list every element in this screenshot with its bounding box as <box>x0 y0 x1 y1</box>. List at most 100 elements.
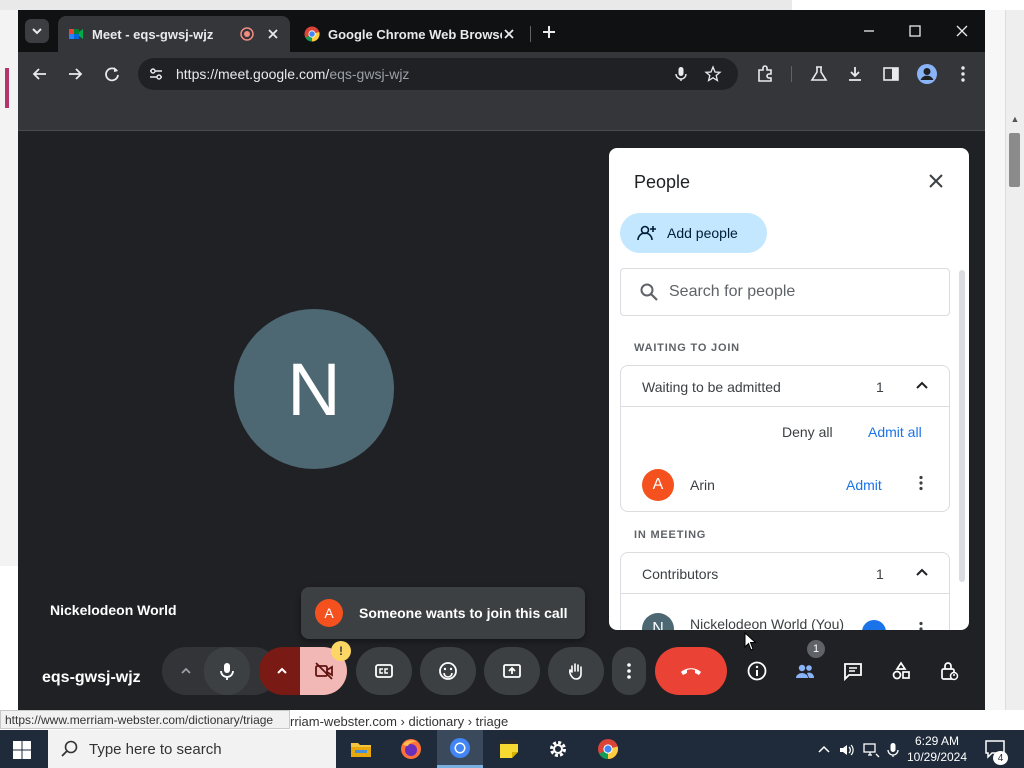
reactions-button[interactable] <box>420 647 476 695</box>
minimize-icon[interactable] <box>858 20 880 42</box>
microphone-button[interactable] <box>204 647 250 695</box>
microphone-in-use-icon[interactable] <box>884 741 902 759</box>
close-tab-icon[interactable] <box>266 27 280 41</box>
side-panel-icon[interactable] <box>880 63 902 85</box>
self-tile-name: Nickelodeon World <box>50 602 177 618</box>
browser-menu-icon[interactable] <box>952 63 974 85</box>
maximize-icon[interactable] <box>904 20 926 42</box>
link-status-bar: https://www.merriam-webster.com/dictiona… <box>0 710 290 729</box>
more-options-button[interactable] <box>612 647 646 695</box>
close-tab-icon[interactable] <box>502 27 516 41</box>
bookmark-star-icon[interactable] <box>704 65 722 83</box>
waiting-group-count: 1 <box>876 379 884 395</box>
windows-start-icon[interactable] <box>12 740 32 760</box>
record-icon <box>240 27 254 41</box>
bookmarks-bar <box>18 96 985 131</box>
end-call-icon <box>681 668 701 675</box>
activities-shapes-icon <box>892 661 910 680</box>
join-request-toast[interactable]: A Someone wants to join this call <box>301 587 585 639</box>
in-meeting-section-label: IN MEETING <box>634 529 707 541</box>
admit-button[interactable]: Admit <box>846 477 882 493</box>
video-settings-button[interactable] <box>262 647 302 695</box>
people-icon <box>796 664 815 678</box>
contributors-count: 1 <box>876 566 884 582</box>
reload-icon[interactable] <box>101 63 123 85</box>
people-search-input[interactable]: Search for people <box>620 268 950 316</box>
tab-search-button[interactable] <box>25 19 49 43</box>
emoji-icon <box>439 662 457 680</box>
taskbar-clock[interactable]: 6:29 AM 10/29/2024 <box>902 733 972 765</box>
waiting-section-label: WAITING TO JOIN <box>634 342 740 354</box>
voice-search-icon[interactable] <box>672 65 690 83</box>
background-page-text: rriam-webster.com › dictionary › triage <box>290 714 509 729</box>
captions-button[interactable] <box>356 647 412 695</box>
admit-all-button[interactable]: Admit all <box>868 424 922 440</box>
taskbar-chrome-active[interactable] <box>437 730 483 768</box>
people-panel: People Add people Search for people WAIT… <box>609 148 969 630</box>
tray-overflow-chevron-icon[interactable] <box>815 741 833 759</box>
contributors-group-header[interactable]: Contributors 1 <box>621 553 949 594</box>
panel-scrollbar[interactable] <box>959 270 965 582</box>
taskbar-sticky-notes[interactable] <box>486 730 532 768</box>
people-count-badge: 1 <box>807 640 825 658</box>
background-scroll-thumb[interactable] <box>1009 133 1020 187</box>
contributors-label: Contributors <box>642 566 719 582</box>
close-icon[interactable] <box>925 170 947 192</box>
add-people-label: Add people <box>667 225 738 241</box>
meeting-code: eqs-gwsj-wjz <box>42 669 141 686</box>
speaker-icon[interactable] <box>838 741 856 759</box>
meeting-details-button[interactable] <box>737 647 777 695</box>
chrome-window: Meet - eqs-gwsj-wjz Google Chrome Web Br… <box>18 10 985 710</box>
new-tab-icon[interactable] <box>538 21 560 43</box>
tab-title: Meet - eqs-gwsj-wjz <box>92 26 214 42</box>
waiting-person-row: A Arin Admit <box>621 455 949 510</box>
chrome-icon <box>598 739 619 760</box>
forward-arrow-icon[interactable] <box>64 63 86 85</box>
participant-name: Nickelodeon World (You) <box>690 616 845 630</box>
activities-button[interactable] <box>881 647 921 695</box>
close-window-icon[interactable] <box>951 20 973 42</box>
waiting-group-header[interactable]: Waiting to be admitted 1 <box>621 366 949 407</box>
deny-all-button[interactable]: Deny all <box>782 424 833 440</box>
host-controls-button[interactable] <box>929 647 969 695</box>
sticky-notes-icon <box>500 740 518 758</box>
more-vert-icon[interactable] <box>912 620 930 630</box>
closed-captions-icon <box>375 664 393 678</box>
address-url[interactable]: https://meet.google.com/eqs-gwsj-wjz <box>176 66 409 82</box>
taskbar-file-explorer[interactable] <box>338 730 384 768</box>
leave-call-button[interactable] <box>655 647 727 695</box>
chat-icon <box>844 663 862 682</box>
extensions-icon[interactable] <box>754 63 776 85</box>
site-settings-icon[interactable] <box>148 66 164 82</box>
back-arrow-icon[interactable] <box>29 63 51 85</box>
labs-flask-icon[interactable] <box>808 63 830 85</box>
search-icon <box>640 283 658 301</box>
chat-button[interactable] <box>833 647 873 695</box>
taskbar-search-box[interactable]: Type here to search <box>48 730 336 768</box>
audio-settings-button[interactable] <box>166 647 206 695</box>
chevron-up-icon[interactable] <box>913 563 931 581</box>
address-bar[interactable]: https://meet.google.com/eqs-gwsj-wjz <box>138 58 738 90</box>
present-screen-button[interactable] <box>484 647 540 695</box>
taskbar-chrome[interactable] <box>585 730 631 768</box>
network-icon[interactable] <box>862 741 880 759</box>
toolbar-separator <box>791 66 792 82</box>
add-people-button[interactable]: Add people <box>620 213 767 253</box>
participant-avatar: N <box>642 613 674 630</box>
download-icon[interactable] <box>844 63 866 85</box>
waiting-actions: Deny all Admit all <box>621 407 949 455</box>
tab-meet[interactable]: Meet - eqs-gwsj-wjz <box>58 16 290 52</box>
google-meet-icon <box>69 29 83 39</box>
host-lock-icon <box>941 662 959 681</box>
profile-avatar-icon[interactable] <box>916 63 938 85</box>
toast-avatar: A <box>315 599 343 627</box>
chevron-up-icon[interactable] <box>913 376 931 394</box>
background-window-edge <box>0 0 792 10</box>
scroll-up-arrow-icon[interactable]: ▲ <box>1008 114 1022 124</box>
participant-row-me: N Nickelodeon World (You) <box>621 594 949 630</box>
more-vert-icon[interactable] <box>912 474 930 492</box>
raise-hand-button[interactable] <box>548 647 604 695</box>
taskbar-settings[interactable] <box>535 730 581 768</box>
taskbar-firefox[interactable] <box>388 730 434 768</box>
tab-chrome-web-browser[interactable]: Google Chrome Web Browser <box>294 16 526 52</box>
